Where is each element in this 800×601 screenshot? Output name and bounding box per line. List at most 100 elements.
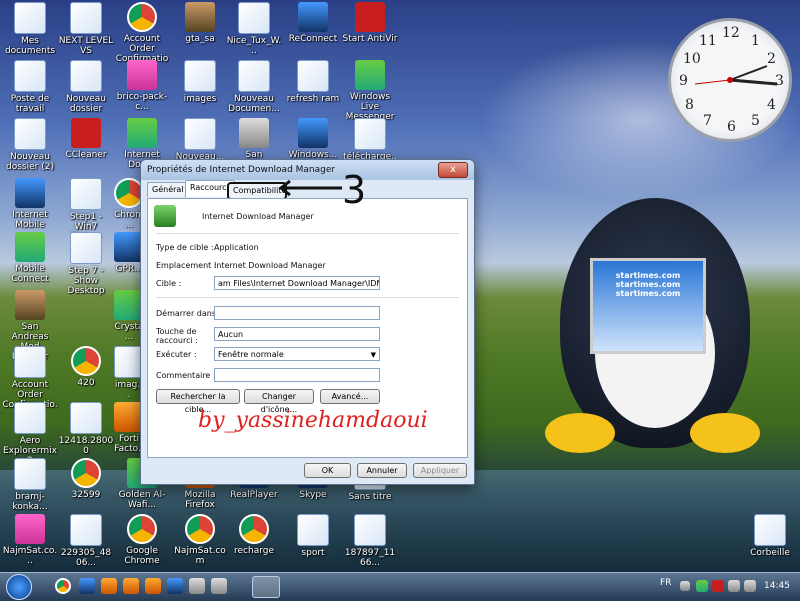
desktop-icon[interactable]: Internet Mobile: [2, 178, 58, 230]
ie-icon[interactable]: [79, 578, 95, 594]
antivir-icon: [355, 2, 385, 32]
run-select-value: Fenêtre normale: [218, 350, 284, 359]
folder-icon[interactable]: [145, 578, 161, 594]
antivir-icon[interactable]: [712, 580, 724, 592]
location-value: Internet Download Manager: [214, 261, 326, 270]
penguin-graphic: startimes.com startimes.com startimes.co…: [540, 188, 770, 468]
desktop-icon[interactable]: Aero Explorermix2: [2, 402, 58, 466]
chrome-icon[interactable]: [55, 578, 71, 594]
find-target-button[interactable]: Rechercher la cible...: [156, 389, 240, 414]
desktop-icon[interactable]: Nouveau...: [172, 118, 228, 162]
location-label: Emplacement :: [156, 261, 217, 270]
run-select[interactable]: Fenêtre normale ▼: [214, 347, 380, 361]
desktop-icon[interactable]: 229305_4806...: [58, 514, 114, 568]
banner-text: startimes.com: [615, 271, 681, 280]
document-icon: [70, 232, 102, 264]
desktop-icon[interactable]: refresh ram: [285, 60, 341, 104]
document-icon: [14, 458, 46, 490]
language-indicator[interactable]: FR: [660, 578, 671, 588]
document-icon: [14, 346, 46, 378]
target-label: Cible :: [156, 279, 182, 288]
active-window-icon[interactable]: [252, 576, 280, 598]
close-button[interactable]: x: [438, 162, 468, 178]
desktop-icon[interactable]: Windows Live Messenger: [342, 60, 398, 122]
volume-icon[interactable]: [744, 580, 756, 592]
folder-icon: [70, 60, 102, 92]
comment-label: Commentaire :: [156, 371, 216, 380]
comment-input[interactable]: [214, 368, 380, 382]
image-icon: [238, 2, 270, 34]
desktop-icon[interactable]: Windows...: [285, 118, 341, 160]
desktop-icon[interactable]: NEXT LEVEL VS: [58, 2, 114, 56]
arrow-up-icon[interactable]: [680, 581, 690, 591]
desktop-icon[interactable]: Corbeille: [742, 514, 798, 558]
change-icon-button[interactable]: Changer d'icône...: [244, 389, 314, 414]
photo-icon: [15, 290, 45, 320]
chevron-down-icon: ▼: [370, 351, 376, 359]
desktop-icon[interactable]: Poste de travail: [2, 60, 58, 114]
firefox-icon[interactable]: [123, 578, 139, 594]
start-button[interactable]: [6, 574, 32, 600]
archive-icon: [127, 60, 157, 90]
clock-time[interactable]: 14:45: [764, 581, 790, 591]
target-input[interactable]: am Files\Internet Download Manager\IDMan…: [214, 276, 380, 290]
desktop-icon[interactable]: Mes documents: [2, 2, 58, 56]
properties-dialog[interactable]: Propriétés de Internet Download Manager …: [140, 159, 475, 485]
desktop-icon[interactable]: bramj-konka...: [2, 458, 58, 512]
start-in-input[interactable]: [214, 306, 380, 320]
advanced-button[interactable]: Avancé...: [320, 389, 380, 404]
tab-general[interactable]: Général: [147, 182, 187, 197]
clock-gadget[interactable]: 12 1 2 3 4 5 6 7 8 9 10 11: [668, 18, 792, 142]
chrome-icon: [71, 346, 101, 376]
firefox-icon[interactable]: [101, 578, 117, 594]
desktop-icon[interactable]: Nouveau dossier: [58, 60, 114, 114]
desktop-icon[interactable]: NajmSat.com: [172, 514, 228, 566]
desktop-icon[interactable]: Nouveau dossier (2): [2, 118, 58, 172]
skype-icon[interactable]: [167, 578, 183, 594]
desktop-icon[interactable]: Start AntiVir: [342, 2, 398, 44]
media-player-icon: [298, 118, 328, 148]
desktop-icon[interactable]: NajmSat.co...: [2, 514, 58, 566]
shortcut-key-input[interactable]: Aucun: [214, 327, 380, 341]
desktop-icon[interactable]: recharge: [226, 514, 282, 556]
divider: [156, 297, 459, 298]
media-icon[interactable]: [211, 578, 227, 594]
desktop-icon[interactable]: Mobile Connect: [2, 232, 58, 284]
author-signature: by_yassinehamdaoui: [198, 408, 428, 433]
laptop-graphic: startimes.com startimes.com startimes.co…: [590, 258, 706, 354]
desktop-icon[interactable]: Nouveau Documen...: [226, 60, 282, 114]
desktop[interactable]: Mes documents NEXT LEVEL VS Account Orde…: [0, 0, 800, 572]
download-manager-icon: [127, 118, 157, 148]
network-icon[interactable]: [728, 580, 740, 592]
taskbar: FR 14:45: [0, 572, 800, 601]
recycle-bin-icon: [754, 514, 786, 546]
desktop-icon[interactable]: 187897_1166...: [342, 514, 398, 568]
chrome-icon: [71, 458, 101, 488]
desktop-icon[interactable]: Nice_Tux_W...: [226, 2, 282, 56]
image-icon: [184, 60, 216, 92]
desktop-icon[interactable]: CCleaner: [58, 118, 114, 160]
document-icon: [70, 178, 102, 210]
desktop-icon[interactable]: sport: [285, 514, 341, 558]
cancel-button[interactable]: Annuler: [357, 463, 407, 478]
image-icon: [70, 514, 102, 546]
apply-button[interactable]: Appliquer: [413, 463, 467, 478]
desktop-icon[interactable]: gta_sa: [172, 2, 228, 44]
network-icon[interactable]: [189, 578, 205, 594]
start-in-label: Démarrer dans :: [156, 309, 222, 318]
desktop-icon[interactable]: brico-pack-c...: [114, 60, 170, 112]
divider: [156, 233, 459, 234]
tray-icon[interactable]: [696, 580, 708, 592]
desktop-icon[interactable]: 12418.28000: [58, 402, 114, 456]
desktop-icon[interactable]: ReConnect: [285, 2, 341, 44]
file-icon: [297, 60, 329, 92]
ok-button[interactable]: OK: [304, 463, 351, 478]
desktop-icon[interactable]: 420: [58, 346, 114, 388]
chrome-icon: [127, 514, 157, 544]
desktop-icon[interactable]: Google Chrome: [114, 514, 170, 566]
desktop-icon[interactable]: images: [172, 60, 228, 104]
ccleaner-icon: [71, 118, 101, 148]
chrome-icon: [185, 514, 215, 544]
desktop-icon[interactable]: Step 7 - Show Desktop: [58, 232, 114, 296]
desktop-icon[interactable]: 32599: [58, 458, 114, 500]
